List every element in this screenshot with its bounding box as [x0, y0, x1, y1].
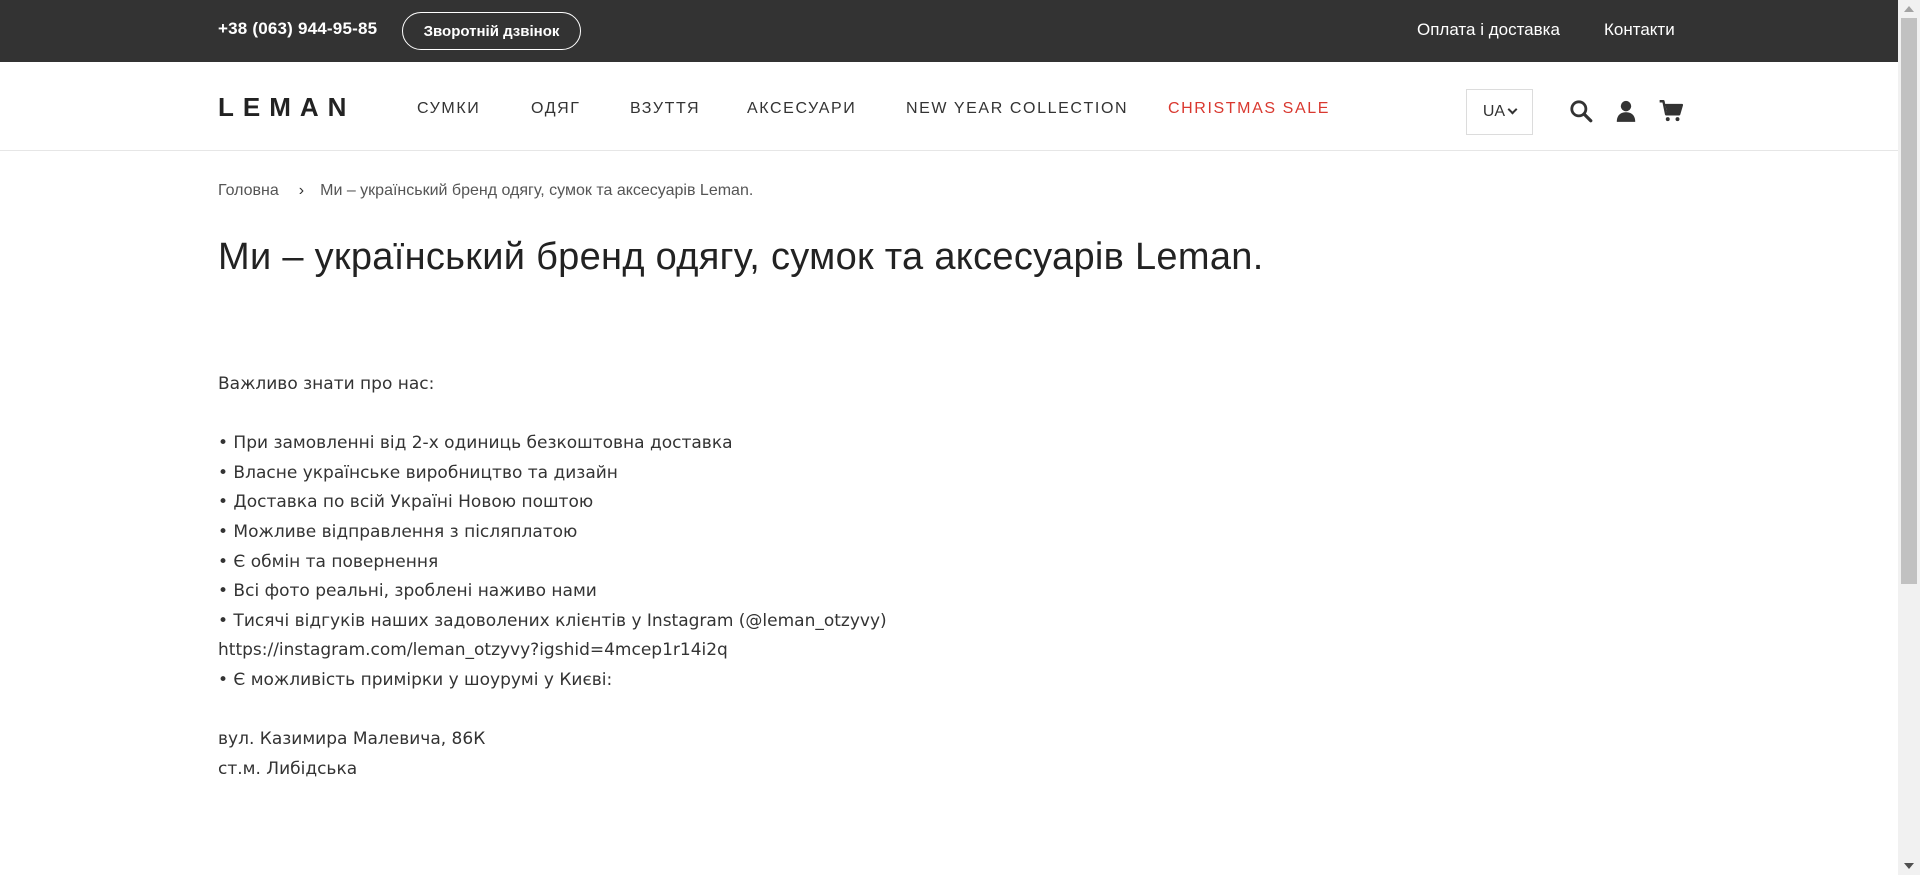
nav-item-accessories[interactable]: АКСЕСУАРИ — [747, 100, 856, 118]
list-item: • Власне українське виробництво та дизай… — [218, 462, 618, 483]
breadcrumb-current: Ми – український бренд одягу, сумок та а… — [320, 182, 754, 199]
nav-item-clothes[interactable]: ОДЯГ — [531, 100, 581, 118]
list-item: • При замовленні від 2-х одиниць безкошт… — [218, 433, 733, 454]
address-metro: ст.м. Либідська — [218, 758, 358, 779]
contacts-link[interactable]: Контакти — [1604, 20, 1675, 40]
scroll-up-arrow-icon[interactable] — [1904, 6, 1914, 12]
scrollbar-thumb[interactable] — [1901, 18, 1917, 584]
scroll-down-arrow-icon[interactable] — [1904, 863, 1914, 869]
language-value: UA — [1482, 103, 1506, 120]
nav-item-christmas-sale[interactable]: CHRISTMAS SALE — [1168, 100, 1330, 118]
breadcrumb: Головна › Ми – український бренд одягу, … — [218, 182, 753, 200]
list-item: • Є обмін та повернення — [218, 551, 439, 572]
cart-icon[interactable] — [1658, 98, 1684, 124]
nav-item-bags[interactable]: СУМКИ — [417, 100, 480, 118]
chevron-down-icon — [1507, 104, 1518, 114]
address-street: вул. Казимира Малевича, 86К — [218, 729, 486, 750]
vertical-scrollbar[interactable] — [1898, 0, 1920, 875]
user-icon[interactable] — [1613, 98, 1639, 124]
phone-number[interactable]: +38 (063) 944-95-85 — [218, 19, 377, 39]
list-item: • Є можливість примірки у шоурумі у Києв… — [218, 669, 613, 690]
list-item: • Доставка по всій Україні Новою поштою — [218, 492, 594, 513]
top-bar: +38 (063) 944-95-85 Зворотній дзвінок Оп… — [0, 0, 1898, 62]
list-item: • Можливе відправлення з післяплатою — [218, 521, 578, 542]
main-header: LEMAN СУМКИ ОДЯГ ВЗУТТЯ АКСЕСУАРИ NEW YE… — [0, 62, 1898, 151]
instagram-link[interactable]: https://instagram.com/leman_otzyvy?igshi… — [218, 636, 887, 666]
language-selector[interactable]: UA — [1466, 89, 1533, 135]
list-item: • Всі фото реальні, зроблені наживо нами — [218, 581, 597, 602]
breadcrumb-home-link[interactable]: Головна — [218, 182, 279, 200]
list-item: • Тисячі відгуків наших задоволених кліє… — [218, 610, 887, 631]
nav-item-new-year-collection[interactable]: NEW YEAR COLLECTION — [906, 100, 1128, 118]
logo[interactable]: LEMAN — [218, 92, 355, 123]
breadcrumb-separator: › — [298, 182, 305, 199]
nav-item-shoes[interactable]: ВЗУТТЯ — [630, 100, 700, 118]
search-icon[interactable] — [1568, 98, 1594, 124]
payment-delivery-link[interactable]: Оплата і доставка — [1417, 20, 1560, 40]
page-title: Ми – український бренд одягу, сумок та а… — [218, 236, 1264, 278]
callback-button[interactable]: Зворотній дзвінок — [402, 12, 581, 50]
about-content: Важливо знати про нас: • При замовленні … — [218, 370, 887, 784]
intro-text: Важливо знати про нас: — [218, 374, 435, 394]
